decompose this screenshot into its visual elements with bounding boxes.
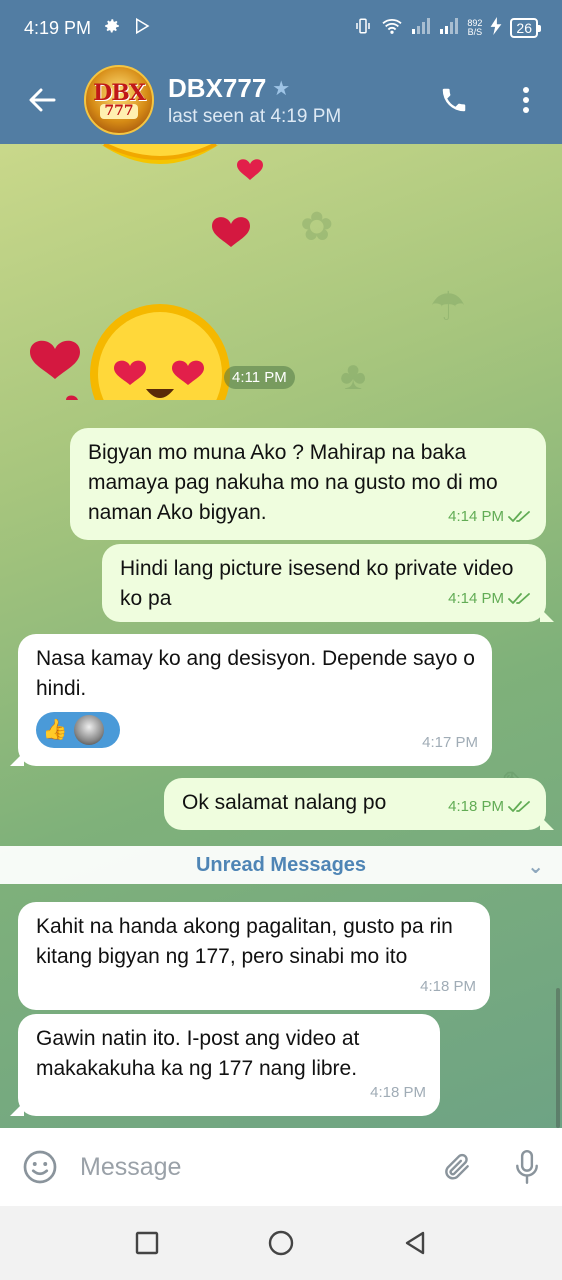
battery-indicator: 26 [510, 18, 541, 38]
message-bubble-incoming[interactable]: Nasa kamay ko ang desisyon. Depende sayo… [10, 634, 492, 766]
title-row: DBX777 ★ [168, 73, 341, 104]
wifi-icon [381, 17, 403, 39]
chevron-down-icon[interactable]: ⌄ [527, 854, 544, 879]
status-right: 892 B/S 26 [353, 17, 541, 39]
double-check-icon [508, 593, 530, 604]
emoji-smile-icon [23, 1150, 57, 1184]
double-check-icon [508, 511, 530, 522]
thumbs-up-icon: 👍 [42, 719, 68, 741]
status-left: 4:19 PM [24, 17, 151, 40]
avatar-text-top: DBX [93, 79, 146, 106]
message-bubble-outgoing[interactable]: Hindi lang picture isesend ko private vi… [102, 544, 554, 622]
network-speed: 892 B/S [467, 19, 482, 37]
message-bubble-outgoing[interactable]: Bigyan mo muna Ako ? Mahirap na baka mam… [70, 428, 546, 540]
square-icon [135, 1231, 159, 1255]
message-meta: 4:18 PM [448, 792, 532, 822]
message-text: Nasa kamay ko ang desisyon. Depende sayo… [36, 647, 475, 700]
recent-apps-button[interactable] [117, 1213, 177, 1273]
sticker-timestamp: 4:11 PM [224, 366, 295, 389]
bubble-tail [10, 752, 24, 766]
status-time: 4:19 PM [24, 17, 92, 38]
message-reactions[interactable]: 👍 [36, 712, 120, 748]
message-text: Gawin natin ito. I-post ang video at mak… [36, 1027, 360, 1080]
chat-title[interactable]: DBX777 ★ last seen at 4:19 PM [168, 73, 341, 128]
chat-area[interactable]: ✿ ☂ ♣ ✎ ☀ 4:11 PM Bigyan mo muna Ako ? M… [0, 144, 562, 1128]
settings-gear-icon [103, 17, 121, 40]
status-bar: 4:19 PM 892 B/S 26 [0, 0, 562, 56]
unread-messages-divider: Unread Messages ⌄ [0, 846, 562, 884]
message-meta: 4:14 PM [448, 502, 532, 532]
background-doodle-icon: ☂ [430, 285, 466, 329]
background-doodle-icon: ♣ [340, 354, 367, 398]
bubble-tail [540, 816, 554, 830]
message-time: 4:17 PM [422, 734, 478, 751]
avatar-text-bottom: 777 [100, 103, 138, 119]
heart-eyes-sticker-icon [30, 144, 263, 444]
chat-name: DBX777 [168, 72, 267, 103]
message-input-bar [0, 1128, 562, 1206]
message-meta: 4:18 PM [420, 972, 476, 1002]
more-options-button[interactable] [508, 78, 544, 122]
scrollbar[interactable] [556, 988, 560, 1128]
arrow-left-icon [29, 88, 56, 112]
more-vertical-icon [523, 87, 529, 113]
message-text: Kahit na handa akong pagalitan, gusto pa… [36, 915, 453, 968]
microphone-button[interactable] [492, 1128, 562, 1206]
bubble-tail [540, 608, 554, 622]
emoji-button[interactable] [0, 1128, 80, 1206]
message-meta: 4:17 PM [422, 728, 478, 758]
reaction-user-avatar [74, 715, 104, 745]
message-text: Bigyan mo muna Ako ? Mahirap na baka mam… [88, 441, 498, 524]
message-bubble-outgoing[interactable]: Ok salamat nalang po 4:18 PM [164, 778, 554, 830]
back-button[interactable] [0, 56, 84, 144]
triangle-back-icon [405, 1231, 425, 1255]
vibrate-icon [353, 17, 373, 39]
back-nav-button[interactable] [385, 1213, 445, 1273]
premium-star-icon: ★ [272, 77, 291, 100]
phone-icon [442, 88, 466, 112]
play-store-icon [133, 17, 151, 40]
avatar[interactable]: DBX 777 [84, 65, 154, 135]
message-input[interactable] [80, 1152, 422, 1182]
message-meta: 4:18 PM [370, 1078, 426, 1108]
message-time: 4:14 PM [448, 590, 504, 607]
signal-icon-2 [439, 17, 459, 39]
double-check-icon [508, 801, 530, 812]
message-bubble-incoming[interactable]: Gawin natin ito. I-post ang video at mak… [10, 1014, 440, 1116]
last-seen-status: last seen at 4:19 PM [168, 105, 342, 127]
attach-button[interactable] [422, 1128, 492, 1206]
network-speed-unit: B/S [467, 27, 483, 37]
message-time: 4:18 PM [448, 798, 504, 815]
bubble-tail [10, 1102, 24, 1116]
system-navigation-bar [0, 1206, 562, 1280]
paperclip-icon [445, 1153, 469, 1180]
message-meta: 4:14 PM [448, 584, 532, 614]
circle-icon [268, 1230, 294, 1256]
chat-header: DBX 777 DBX777 ★ last seen at 4:19 PM [0, 56, 562, 144]
unread-label: Unread Messages [195, 853, 367, 876]
charging-icon [490, 17, 502, 39]
home-button[interactable] [251, 1213, 311, 1273]
message-time: 4:18 PM [420, 978, 476, 995]
sticker-heart-eyes[interactable] [0, 144, 320, 444]
message-time: 4:14 PM [448, 508, 504, 525]
message-text: Ok salamat nalang po [182, 791, 387, 814]
signal-icon-1 [411, 17, 431, 39]
message-time: 4:18 PM [370, 1084, 426, 1101]
message-bubble-incoming[interactable]: Kahit na handa akong pagalitan, gusto pa… [18, 902, 490, 1010]
call-button[interactable] [432, 78, 476, 122]
microphone-icon [516, 1150, 538, 1184]
